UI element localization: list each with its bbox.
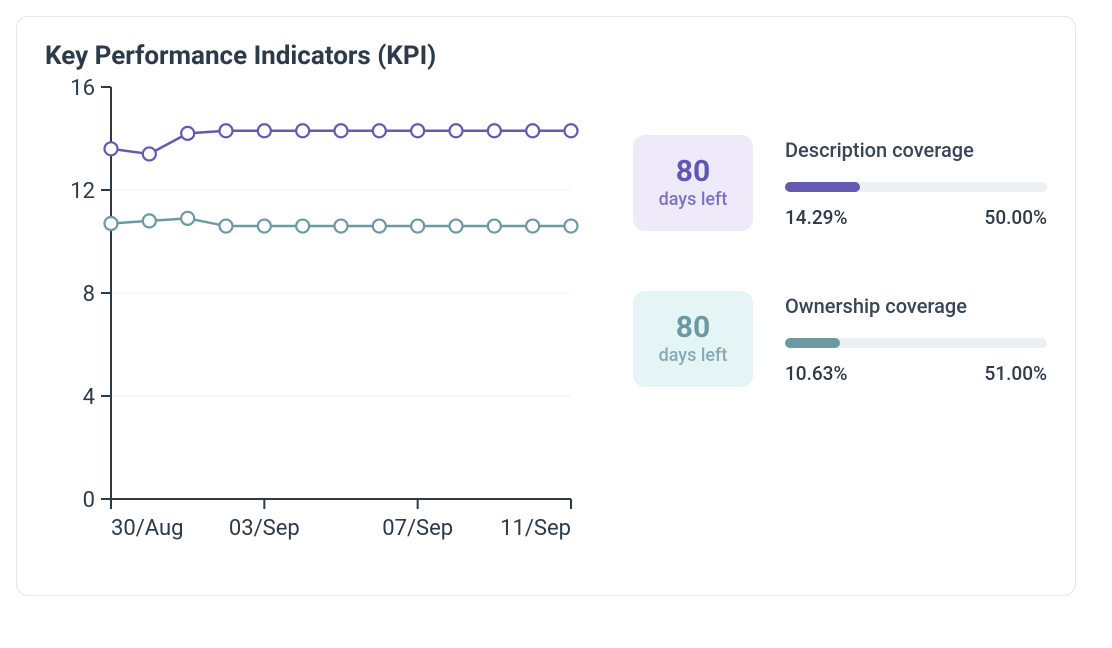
progress-target: 51.00%	[985, 362, 1047, 385]
progress-fill	[785, 338, 840, 348]
kpi-row-description: 80 days left Description coverage 14.29%…	[633, 135, 1047, 231]
kpi-side-panel: 80 days left Description coverage 14.29%…	[633, 79, 1047, 559]
days-left-label: days left	[659, 190, 728, 211]
svg-text:07/Sep: 07/Sep	[382, 516, 453, 541]
progress-target: 50.00%	[985, 206, 1047, 229]
progress-current: 14.29%	[785, 206, 847, 229]
chart-svg: 0 4 8 12 16 30/Aug 03/Sep 07/Sep 11/Sep	[45, 79, 585, 559]
progress-fill	[785, 182, 860, 192]
days-left-label: days left	[659, 346, 728, 367]
progress-values: 14.29% 50.00%	[785, 206, 1047, 229]
kpi-line-chart: 0 4 8 12 16 30/Aug 03/Sep 07/Sep 11/Sep	[45, 79, 585, 559]
svg-text:30/Aug: 30/Aug	[111, 516, 184, 541]
kpi-label: Description coverage	[785, 138, 1047, 162]
progress-bar	[785, 182, 1047, 192]
card-title: Key Performance Indicators (KPI)	[45, 41, 1047, 71]
svg-text:03/Sep: 03/Sep	[229, 516, 300, 541]
svg-text:12: 12	[70, 179, 95, 204]
days-left-value: 80	[676, 155, 710, 190]
kpi-row-ownership: 80 days left Ownership coverage 10.63% 5…	[633, 291, 1047, 387]
svg-text:4: 4	[83, 385, 95, 410]
kpi-body: Ownership coverage 10.63% 51.00%	[785, 294, 1047, 385]
kpi-body: Description coverage 14.29% 50.00%	[785, 138, 1047, 229]
progress-bar	[785, 338, 1047, 348]
days-left-badge: 80 days left	[633, 135, 753, 231]
svg-text:8: 8	[83, 282, 95, 307]
progress-current: 10.63%	[785, 362, 847, 385]
kpi-label: Ownership coverage	[785, 294, 1047, 318]
days-left-value: 80	[676, 311, 710, 346]
progress-values: 10.63% 51.00%	[785, 362, 1047, 385]
svg-text:16: 16	[70, 79, 95, 101]
svg-text:11/Sep: 11/Sep	[500, 516, 571, 541]
days-left-badge: 80 days left	[633, 291, 753, 387]
svg-text:0: 0	[83, 488, 95, 513]
card-content: 0 4 8 12 16 30/Aug 03/Sep 07/Sep 11/Sep 80 days …	[45, 79, 1047, 559]
kpi-card: Key Performance Indicators (KPI) 0 4 8 12 16…	[16, 16, 1076, 596]
